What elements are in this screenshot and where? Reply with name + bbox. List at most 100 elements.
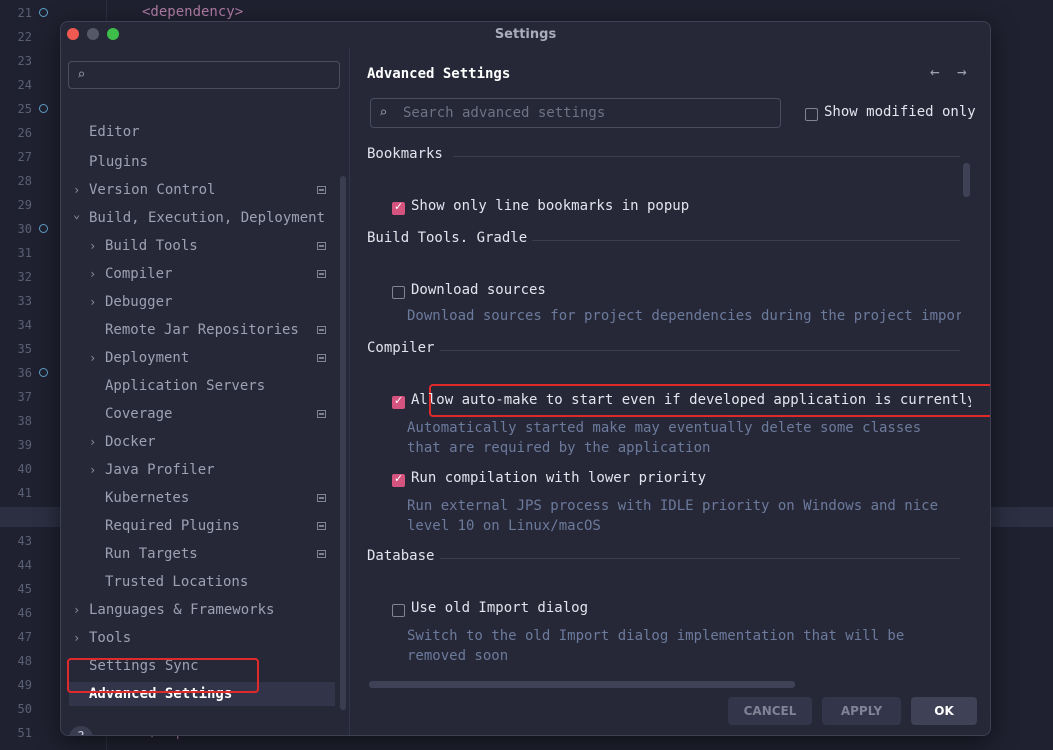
- help-button[interactable]: ?: [69, 726, 93, 735]
- sidebar-item-trusted-locations[interactable]: Trusted Locations: [61, 570, 248, 594]
- gutter-marker-icon[interactable]: [39, 224, 48, 233]
- ok-button[interactable]: OK: [911, 697, 977, 725]
- line-number: 23: [17, 54, 32, 68]
- gutter-marker-icon[interactable]: [39, 8, 48, 17]
- use-old-import-dialog-description: Switch to the old Import dialog implemen…: [407, 628, 905, 644]
- line-number: 40: [17, 462, 32, 476]
- chevron-right-icon[interactable]: ›: [89, 346, 96, 370]
- chevron-right-icon[interactable]: ›: [89, 458, 96, 482]
- sidebar-item-tools[interactable]: › Tools: [61, 626, 131, 650]
- chevron-right-icon[interactable]: ›: [73, 178, 80, 202]
- chevron-right-icon[interactable]: ›: [89, 290, 96, 314]
- run-compilation-lower-priority-description: Run external JPS process with IDLE prior…: [407, 498, 939, 514]
- settings-dialog: Settings ⌕ Editor Plugins › Version Control…: [60, 21, 991, 736]
- maximize-window-button[interactable]: [107, 28, 119, 40]
- section-divider: [440, 558, 960, 559]
- sidebar-item-remote-jar-repositories[interactable]: Remote Jar Repositories: [61, 318, 299, 342]
- sidebar-item-languages-frameworks[interactable]: › Languages & Frameworks: [61, 598, 274, 622]
- settings-sidebar: ⌕ Editor Plugins › Version Control ⌄ Build, E…: [61, 48, 349, 735]
- sidebar-item-editor[interactable]: Editor: [61, 120, 140, 144]
- show-only-line-bookmarks-checkbox[interactable]: [392, 200, 405, 215]
- chevron-down-icon[interactable]: ⌄: [73, 202, 80, 226]
- project-level-icon: [317, 410, 326, 418]
- line-number: 39: [17, 438, 32, 452]
- chevron-right-icon[interactable]: ›: [89, 430, 96, 454]
- line-number: 26: [17, 126, 32, 140]
- sidebar-item-java-profiler[interactable]: › Java Profiler: [61, 458, 215, 482]
- gutter-marker-icon[interactable]: [39, 368, 48, 377]
- line-number: 24: [17, 78, 32, 92]
- section-title-database: Database: [367, 548, 435, 564]
- sidebar-item-required-plugins[interactable]: Required Plugins: [61, 514, 240, 538]
- sidebar-item-docker[interactable]: › Docker: [61, 430, 156, 454]
- sidebar-scrollbar[interactable]: [340, 176, 346, 710]
- gutter-marker-icon[interactable]: [39, 104, 48, 113]
- allow-auto-make-description: Automatically started make may eventuall…: [407, 420, 922, 436]
- code-line: <dependency>: [142, 4, 244, 20]
- apply-button[interactable]: APPLY: [822, 697, 901, 725]
- project-level-icon: [317, 354, 326, 362]
- show-modified-only-label: Show modified only: [824, 104, 976, 120]
- forward-arrow-icon[interactable]: →: [957, 62, 967, 81]
- sidebar-item-label: Kubernetes: [105, 490, 190, 506]
- chevron-right-icon[interactable]: ›: [89, 262, 96, 286]
- content-horizontal-scrollbar[interactable]: [369, 681, 795, 688]
- sidebar-item-label: Build Tools: [105, 238, 198, 254]
- download-sources-checkbox[interactable]: [392, 286, 405, 299]
- advanced-settings-panel: Advanced Settings ← → ⌕ Search advanced …: [350, 48, 990, 735]
- sidebar-item-deployment[interactable]: › Deployment: [61, 346, 189, 370]
- minimize-window-button[interactable]: [87, 28, 99, 40]
- run-compilation-lower-priority-checkbox[interactable]: [392, 472, 405, 487]
- run-compilation-lower-priority-description: level 10 on Linux/macOS: [407, 518, 601, 534]
- chevron-right-icon[interactable]: ›: [73, 598, 80, 622]
- line-number: 28: [17, 174, 32, 188]
- line-number: 27: [17, 150, 32, 164]
- use-old-import-dialog-checkbox[interactable]: [392, 604, 405, 617]
- project-level-icon: [317, 326, 326, 334]
- line-number: 25: [17, 102, 32, 116]
- sidebar-item-version-control[interactable]: › Version Control: [61, 178, 215, 202]
- back-arrow-icon[interactable]: ←: [930, 62, 940, 81]
- sidebar-item-label: Run Targets: [105, 546, 198, 562]
- section-title-gradle: Build Tools. Gradle: [367, 230, 528, 246]
- chevron-right-icon[interactable]: ›: [73, 626, 80, 650]
- show-modified-only-checkbox[interactable]: [805, 108, 818, 121]
- section-divider: [453, 156, 960, 157]
- line-number: 49: [17, 678, 32, 692]
- sidebar-item-label: Editor: [89, 124, 140, 140]
- line-number: 48: [17, 654, 32, 668]
- sidebar-item-label: Required Plugins: [105, 518, 240, 534]
- line-number: 34: [17, 318, 32, 332]
- chevron-right-icon[interactable]: ›: [89, 234, 96, 258]
- allow-auto-make-label: Allow auto-make to start even if develop…: [411, 392, 971, 408]
- sidebar-item-application-servers[interactable]: Application Servers: [61, 374, 265, 398]
- sidebar-item-debugger[interactable]: › Debugger: [61, 290, 172, 314]
- sidebar-item-kubernetes[interactable]: Kubernetes: [61, 486, 189, 510]
- sidebar-search-input[interactable]: ⌕: [68, 61, 340, 89]
- sidebar-item-plugins[interactable]: Plugins: [61, 150, 148, 174]
- dialog-title: Settings: [494, 27, 557, 42]
- line-number: 35: [17, 342, 32, 356]
- line-number: 38: [17, 414, 32, 428]
- cancel-button[interactable]: CANCEL: [728, 697, 812, 725]
- search-placeholder: Search advanced settings: [403, 105, 606, 121]
- sidebar-item-build-execution-deployment[interactable]: ⌄ Build, Execution, Deployment: [61, 206, 325, 230]
- section-divider: [440, 350, 960, 351]
- line-number: 43: [17, 534, 32, 548]
- download-sources-description: Download sources for project dependencie…: [407, 308, 961, 324]
- sidebar-item-label: Coverage: [105, 406, 173, 422]
- search-icon: ⌕: [77, 67, 86, 83]
- section-divider: [532, 240, 960, 241]
- advanced-settings-search-input[interactable]: ⌕ Search advanced settings: [370, 98, 781, 128]
- allow-auto-make-description: that are required by the application: [407, 440, 711, 456]
- content-vertical-scrollbar[interactable]: [963, 163, 970, 197]
- sidebar-item-run-targets[interactable]: Run Targets: [61, 542, 198, 566]
- sidebar-item-compiler[interactable]: › Compiler: [61, 262, 172, 286]
- line-number: 37: [17, 390, 32, 404]
- sidebar-item-label: Version Control: [89, 182, 216, 198]
- sidebar-item-build-tools[interactable]: › Build Tools: [61, 234, 198, 258]
- allow-auto-make-checkbox[interactable]: [392, 394, 405, 409]
- sidebar-item-coverage[interactable]: Coverage: [61, 402, 172, 426]
- editor-gutter: 21 22 23 24 25 26 27 28 29 30 31 32 33 34 35 36 37 38 39 40…: [0, 0, 60, 750]
- close-window-button[interactable]: [67, 28, 79, 40]
